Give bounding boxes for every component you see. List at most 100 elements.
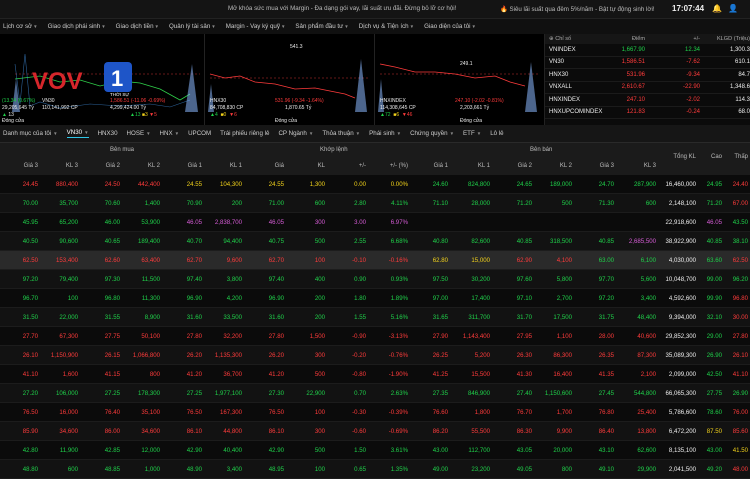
cell-th-p: 62.50 <box>732 257 748 264</box>
table-row[interactable]: 85.90 34,600 86.00 34,600 86.10 44,800 86.10 30… <box>0 422 750 441</box>
col-header-13[interactable]: KL 2 <box>534 163 572 169</box>
col-header-5[interactable]: KL 1 <box>204 163 242 169</box>
menu-item-4[interactable]: Margin - Vay ký quỹ ▼ <box>226 23 286 30</box>
table-row[interactable]: 27.20 106,000 27.25 178,300 27.25 1,977,100 27… <box>0 384 750 403</box>
col-header-4[interactable]: Giá 1 <box>170 163 202 169</box>
cell-gi-3: 97.20 <box>598 295 614 302</box>
cell-gi-3: 71.30 <box>598 200 614 207</box>
table-row[interactable]: 26.10 1,150,900 26.15 1,066,800 26.20 1,135,3… <box>0 346 750 365</box>
index-row[interactable]: VN30 1,586.51 -7.62 610.1 <box>545 57 750 69</box>
table-row[interactable]: 48.80 600 48.85 1,000 48.90 3,400 48.95 100 0.65… <box>0 460 750 479</box>
table-row[interactable]: 42.80 11,900 42.85 12,000 42.90 40,400 42.90 50… <box>0 441 750 460</box>
tab-10[interactable]: Chứng quyền ▼ <box>410 130 454 137</box>
tab-6[interactable]: Trái phiếu riêng lẻ <box>220 130 269 137</box>
cell-kl: 100 <box>314 257 325 264</box>
col-header-12[interactable]: Giá 2 <box>500 163 532 169</box>
cell-kl-3: 11,900 <box>59 447 78 454</box>
cell-kl-3: 16,000 <box>59 409 78 416</box>
index-row[interactable]: HNX30 531.96 -9.34 84.7 <box>545 69 750 82</box>
cell-kl-2: 1,700 <box>556 409 572 416</box>
tab-0[interactable]: Danh mục của tôi ▼ <box>3 130 58 137</box>
table-row[interactable]: 62.50 153,400 62.60 63,400 62.70 9,600 62.70 10… <box>0 251 750 270</box>
cell-gi-2: 31.55 <box>104 314 120 321</box>
table-row[interactable]: 76.50 16,000 76.40 35,100 76.50 167,300 76.50 1… <box>0 403 750 422</box>
cell-kl-3: 3,400 <box>640 295 656 302</box>
cell-kl-1: 23,200 <box>471 466 490 473</box>
tab-4[interactable]: HNX ▼ <box>160 130 180 137</box>
col-header-9[interactable]: +/- (%) <box>372 163 408 169</box>
cell-gi-3: 63.00 <box>598 257 614 264</box>
cell-t-ng-kl: 22,918,600 <box>665 219 697 226</box>
chart-hnxindex[interactable]: 249.1 HNXINDEX 247.10 (-2.02 -0.81%) 114… <box>375 34 545 125</box>
cell-gi-: 46.05 <box>268 219 284 226</box>
tab-5[interactable]: UPCOM <box>188 130 211 137</box>
menu-item-6[interactable]: Dịch vụ & Tiện ích ▼ <box>359 23 414 30</box>
col-header-16[interactable]: Tổng KL <box>656 154 696 160</box>
table-row[interactable]: 70.00 35,700 70.60 1,400 70.90 200 71.00 600 2.8… <box>0 194 750 213</box>
index-row[interactable]: VNXALL 2,610.67 -22.90 1,348.6 <box>545 82 750 94</box>
col-header-2[interactable]: Giá 2 <box>88 163 120 169</box>
menu-item-3[interactable]: Quản lý tài sản ▼ <box>169 23 216 30</box>
cell-kl: 1,300 <box>309 181 325 188</box>
tab-3[interactable]: HOSE ▼ <box>127 130 151 137</box>
chart-hnx30[interactable]: 541.3 HNX30 531.96 (-9.34 -1.64%) 84,708… <box>205 34 375 125</box>
index-row[interactable]: HNXINDEX 247.10 -2.02 114.3 <box>545 94 750 107</box>
table-row[interactable]: 24.45 880,400 24.50 442,400 24.55 104,300 24.5… <box>0 175 750 194</box>
index-vol: 1,300.3 <box>729 46 750 53</box>
tab-9[interactable]: Phái sinh ▼ <box>369 130 401 137</box>
index-row[interactable]: VNINDEX 1,667.90 12.34 1,300.3 <box>545 44 750 57</box>
table-row[interactable]: 27.70 67,300 27.75 50,100 27.80 32,200 27.80 1,… <box>0 327 750 346</box>
menu-item-7[interactable]: Giao diện của tôi ▼ <box>424 23 476 30</box>
table-row[interactable]: 97.20 79,400 97.30 11,500 97.40 3,800 97.40 400… <box>0 270 750 289</box>
col-header-6[interactable]: Giá <box>252 163 284 169</box>
tab-7[interactable]: CP Ngành ▼ <box>278 130 313 137</box>
cell-gi-2: 76.70 <box>516 409 532 416</box>
cell-kl-2: 4,100 <box>556 257 572 264</box>
chevron-down-icon: ▼ <box>344 24 349 29</box>
index-point: 2,610.67 <box>621 84 645 91</box>
cell-gi-3: 28.00 <box>598 333 614 340</box>
col-header-14[interactable]: Giá 3 <box>582 163 614 169</box>
menu-item-1[interactable]: Giao dịch phái sinh ▼ <box>48 23 106 30</box>
menu-item-2[interactable]: Giao dịch tiền ▼ <box>116 23 159 30</box>
user-icon[interactable]: 👤 <box>728 4 738 13</box>
table-row[interactable]: 41.10 1,600 41.15 800 41.20 36,700 41.20 500 -0.… <box>0 365 750 384</box>
tab-2[interactable]: HNX30 <box>98 130 118 137</box>
cell-kl-1: 311,700 <box>468 314 490 321</box>
tab-12[interactable]: Lô lẻ <box>490 130 503 137</box>
col-header-0[interactable]: Giá 3 <box>6 163 38 169</box>
cell-th-p: 38.10 <box>732 238 748 245</box>
col-header-7[interactable]: KL <box>291 163 325 169</box>
index-row[interactable]: HNXUPCOMINDEX 121.83 -0.24 68.0 <box>545 107 750 119</box>
cell-gi-: 97.40 <box>268 276 284 283</box>
col-header-3[interactable]: KL 2 <box>122 163 160 169</box>
cell-gi-2: 76.40 <box>104 409 120 416</box>
cell-cao: 26.90 <box>706 352 722 359</box>
menu-item-0[interactable]: Lịch cơ sở ▼ <box>3 23 38 30</box>
menu-item-5[interactable]: Sản phẩm đầu tư ▼ <box>295 23 348 30</box>
table-row[interactable]: 45.95 65,200 46.00 53,900 46.05 2,838,700 46.0… <box>0 213 750 232</box>
cell-cao: 40.85 <box>706 238 722 245</box>
cell-gi-3: 27.70 <box>22 333 38 340</box>
col-header-17[interactable]: Cao <box>698 154 722 160</box>
idx-h-vol: KLGD (Triệu) <box>716 36 750 42</box>
tab-11[interactable]: ETF ▼ <box>463 130 481 137</box>
vn30-name: VN30 <box>42 98 55 104</box>
cell-gi-1: 43.00 <box>432 447 448 454</box>
col-header-1[interactable]: KL 3 <box>40 163 78 169</box>
table-row[interactable]: 31.50 22,000 31.55 8,900 31.60 33,500 31.60 200… <box>0 308 750 327</box>
table-row[interactable]: 96.70 100 96.80 11,300 96.90 4,200 96.90 200 1.8… <box>0 289 750 308</box>
col-header-11[interactable]: KL 1 <box>452 163 490 169</box>
tab-1[interactable]: VN30 ▼ <box>66 129 89 138</box>
idx-h-name: ⊕ Chỉ số <box>549 36 572 42</box>
col-header-18[interactable]: Thấp <box>724 154 748 160</box>
tab-8[interactable]: Thỏa thuận ▼ <box>322 130 360 137</box>
bell-icon[interactable]: 🔔 <box>712 4 722 13</box>
table-row[interactable]: 40.50 90,600 40.65 189,400 40.70 94,400 40.75 5… <box>0 232 750 251</box>
cell-gi-3: 85.90 <box>22 428 38 435</box>
col-header-8[interactable]: +/- <box>336 163 366 169</box>
col-header-15[interactable]: KL 3 <box>618 163 656 169</box>
cell--: 0.00 <box>354 181 366 188</box>
col-header-10[interactable]: Giá 1 <box>416 163 448 169</box>
index-vol: 84.7 <box>738 71 750 78</box>
